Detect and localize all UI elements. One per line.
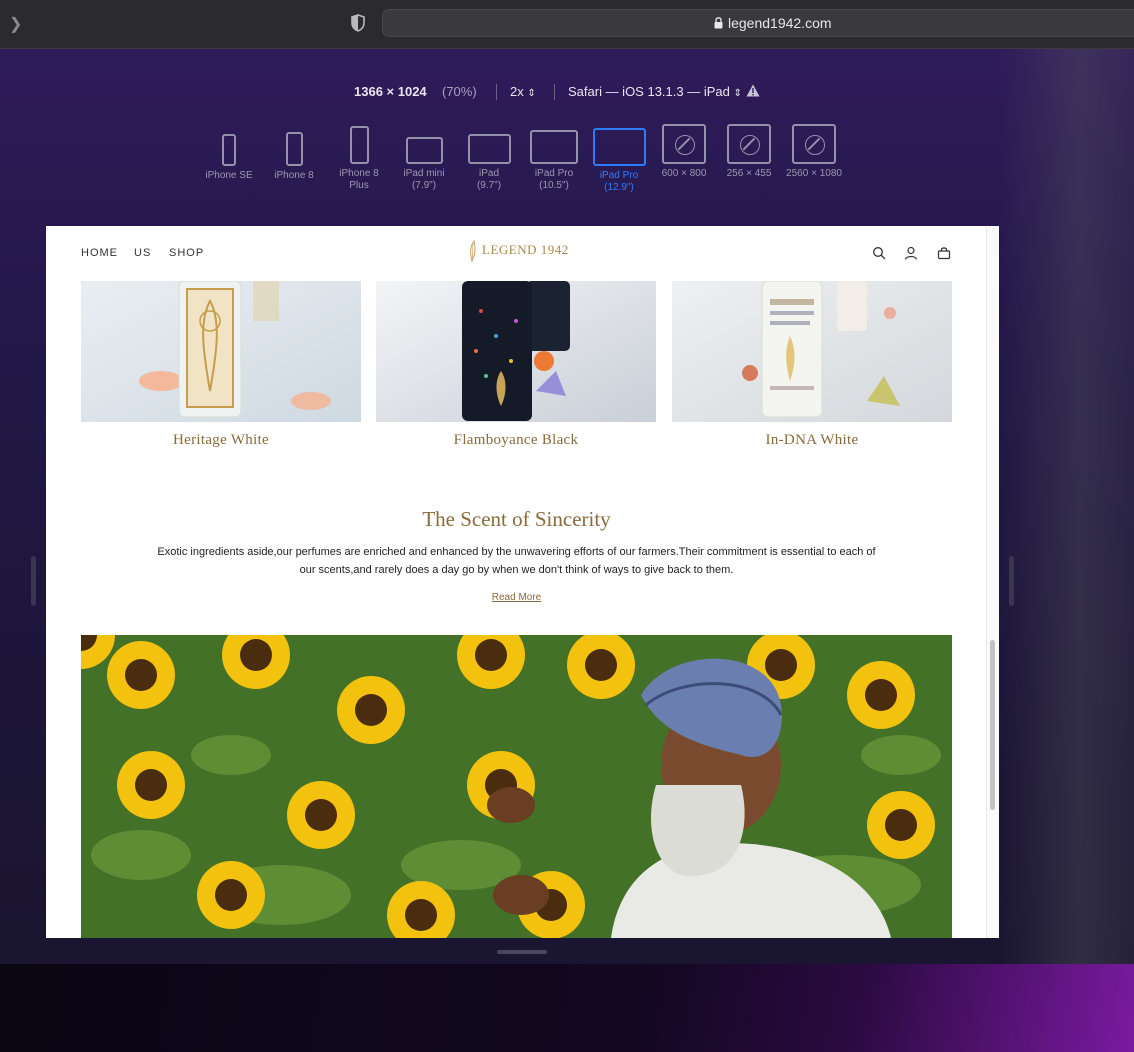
tablet-icon — [530, 130, 578, 164]
nav-shop[interactable]: SHOP — [169, 247, 204, 259]
device-iphone-8-plus[interactable]: iPhone 8 Plus — [324, 124, 394, 192]
device-iphone-8[interactable]: iPhone 8 — [259, 124, 329, 182]
section-body: Exotic ingredients aside,our perfumes ar… — [157, 546, 876, 576]
phone-icon — [349, 126, 369, 164]
product-name[interactable]: In-DNA White — [672, 432, 952, 449]
forward-chevron-icon[interactable]: ❯ — [9, 14, 22, 34]
device-label: iPhone SE — [205, 170, 253, 181]
product-image-in-dna-white[interactable] — [672, 281, 952, 422]
scrollbar-track[interactable] — [986, 226, 999, 938]
device-label: 600 × 800 — [661, 168, 707, 179]
device-ipad-pro-10-5[interactable]: iPad Pro (10.5") — [519, 124, 589, 192]
url-text[interactable]: legend1942.com — [728, 15, 832, 31]
device-iphone-se[interactable]: iPhone SE — [194, 124, 264, 182]
device-label: iPad mini (7.9") — [403, 168, 445, 191]
user-agent-value: Safari — iOS 13.1.3 — iPad — [568, 84, 730, 99]
product-image-flamboyance-black[interactable] — [376, 281, 656, 422]
scrollbar-thumb[interactable] — [990, 640, 995, 810]
device-label: iPad (9.7") — [476, 168, 502, 191]
device-label: iPhone 8 — [274, 170, 314, 181]
tablet-icon — [405, 137, 443, 164]
read-more-link[interactable]: Read More — [81, 592, 952, 603]
chevron-updown-icon: ⇕ — [527, 88, 536, 99]
product-image-heritage-white[interactable] — [81, 281, 361, 422]
device-label: iPad Pro (10.5") — [534, 168, 574, 191]
browser-toolbar: ❯ legend1942.com — [0, 0, 1134, 49]
warning-icon[interactable] — [746, 84, 760, 97]
right-resize-handle[interactable] — [1009, 556, 1014, 606]
lock-icon — [714, 17, 723, 29]
viewport-zoom: (70%) — [442, 84, 477, 99]
account-icon[interactable] — [904, 246, 918, 260]
device-ipad-mini[interactable]: iPad mini (7.9") — [389, 124, 459, 192]
divider — [496, 84, 497, 100]
background-glow — [1000, 49, 1134, 964]
phone-icon — [222, 134, 236, 166]
hero-image-farmer-sunflowers — [81, 635, 952, 938]
resize-handle-bottom[interactable] — [497, 950, 547, 954]
device-label: iPhone 8 Plus — [339, 168, 379, 191]
device-256x455[interactable]: 256 × 455 — [714, 124, 784, 180]
device-label: 2560 × 1080 — [786, 168, 842, 179]
device-2560x1080[interactable]: 2560 × 1080 — [779, 124, 849, 180]
site-logo[interactable]: LEGEND 1942 — [468, 240, 569, 262]
device-ipad[interactable]: iPad (9.7") — [454, 124, 524, 192]
nav-home[interactable]: HOME — [81, 247, 118, 259]
device-label: 256 × 455 — [726, 168, 772, 179]
divider — [554, 84, 555, 100]
privacy-shield-icon[interactable] — [350, 14, 366, 32]
tablet-icon — [467, 134, 511, 164]
feather-logo-icon — [470, 240, 476, 262]
desktop-wallpaper — [0, 964, 1134, 1052]
compass-icon — [792, 124, 836, 164]
compass-icon — [727, 124, 771, 164]
compass-icon — [662, 124, 706, 164]
search-icon[interactable] — [872, 246, 886, 260]
tablet-icon — [592, 128, 646, 166]
pixel-ratio-select[interactable]: 2x ⇕ — [510, 84, 536, 99]
cart-icon[interactable] — [937, 246, 951, 260]
viewport-dimensions: 1366 × 1024 — [354, 84, 427, 99]
logo-text: LEGEND 1942 — [482, 241, 569, 257]
pixel-ratio-value: 2x — [510, 84, 524, 99]
product-name[interactable]: Flamboyance Black — [376, 432, 656, 449]
phone-icon — [285, 132, 303, 166]
section-title: The Scent of Sincerity — [422, 507, 611, 531]
device-600x800[interactable]: 600 × 800 — [649, 124, 719, 180]
nav-us[interactable]: US — [134, 247, 151, 259]
user-agent-select[interactable]: Safari — iOS 13.1.3 — iPad ⇕ — [568, 84, 742, 99]
device-label: iPad Pro (12.9") — [599, 170, 639, 193]
chevron-updown-icon: ⇕ — [733, 88, 742, 99]
device-ipad-pro-12-9[interactable]: iPad Pro (12.9") — [584, 124, 654, 194]
product-name[interactable]: Heritage White — [81, 432, 361, 449]
left-resize-handle[interactable] — [31, 556, 36, 606]
